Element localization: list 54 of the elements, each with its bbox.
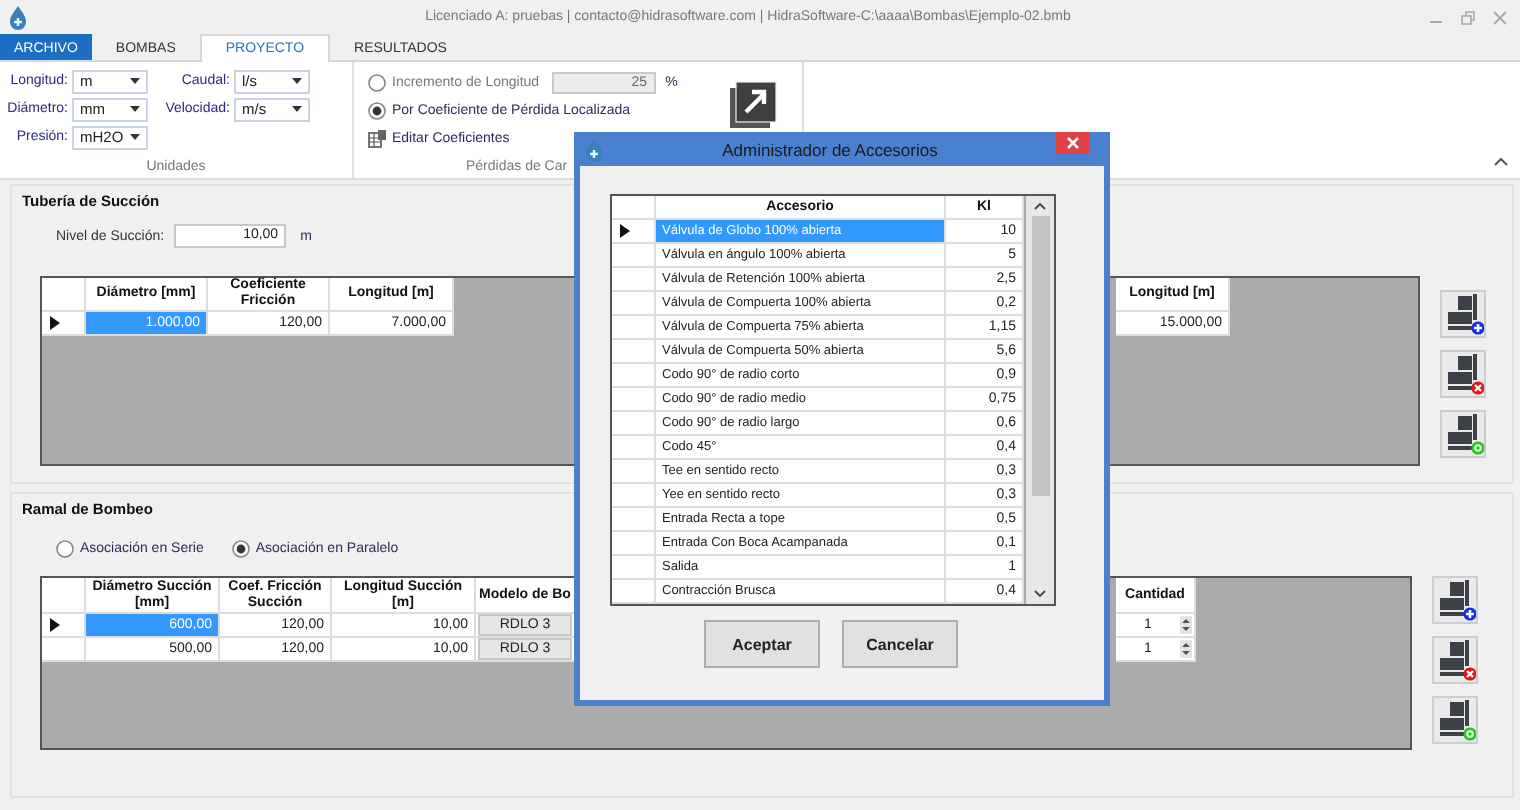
confirm-row-button[interactable] (1440, 410, 1486, 458)
row-header (612, 316, 656, 340)
row-header (612, 292, 656, 316)
row-header (612, 436, 656, 460)
caret-down-icon (292, 78, 302, 84)
spinner-arrows-icon (1180, 616, 1192, 634)
row-pointer-icon (620, 224, 630, 238)
export-button[interactable] (728, 78, 780, 134)
row-header (612, 388, 656, 412)
row-header (612, 532, 656, 556)
table-edit-icon (368, 129, 386, 147)
caret-up-icon (1494, 158, 1508, 166)
scrollbar-thumb[interactable] (1031, 216, 1049, 496)
dialog-title: Administrador de Accesorios (720, 139, 940, 159)
device-circle-icon (1443, 412, 1483, 456)
device-plus-icon (1435, 578, 1475, 622)
row-header (612, 412, 656, 436)
remove-row-button[interactable] (1440, 350, 1486, 398)
row-header (612, 484, 656, 508)
caret-down-icon (1034, 590, 1046, 598)
row-header (612, 460, 656, 484)
radio-button[interactable] (368, 101, 386, 119)
remove-row-button[interactable] (1432, 636, 1478, 684)
row-pointer-icon (50, 618, 60, 632)
row-header (612, 508, 656, 532)
device-circle-icon (1435, 698, 1475, 742)
device-cross-icon (1435, 638, 1475, 682)
caret-down-icon (130, 78, 140, 84)
dialog-button[interactable]: Aceptar (704, 620, 820, 668)
dialog-button[interactable]: Cancelar (842, 620, 958, 668)
app-drop-icon (584, 137, 604, 161)
caret-down-icon (130, 134, 140, 140)
row-header (612, 340, 656, 364)
device-cross-icon (1443, 352, 1483, 396)
app-drop-icon (8, 5, 28, 29)
close-button[interactable] (1056, 132, 1090, 154)
scrollbar[interactable] (1026, 196, 1054, 604)
caret-down-icon (130, 106, 140, 112)
add-row-button[interactable] (1440, 290, 1486, 338)
caret-up-icon (1034, 202, 1046, 210)
confirm-row-button[interactable] (1432, 696, 1478, 744)
row-header (612, 556, 656, 580)
row-header (612, 268, 656, 292)
row-header (612, 580, 656, 604)
radio-button[interactable] (56, 539, 74, 557)
window-arrow-icon (730, 80, 778, 132)
row-header (612, 364, 656, 388)
radio-button[interactable] (231, 539, 250, 557)
row-pointer-icon (50, 316, 60, 330)
close-icon (1066, 136, 1080, 150)
device-plus-icon (1443, 292, 1483, 336)
add-row-button[interactable] (1432, 576, 1478, 624)
spinner-arrows-icon (1180, 640, 1192, 658)
caret-down-icon (292, 106, 302, 112)
